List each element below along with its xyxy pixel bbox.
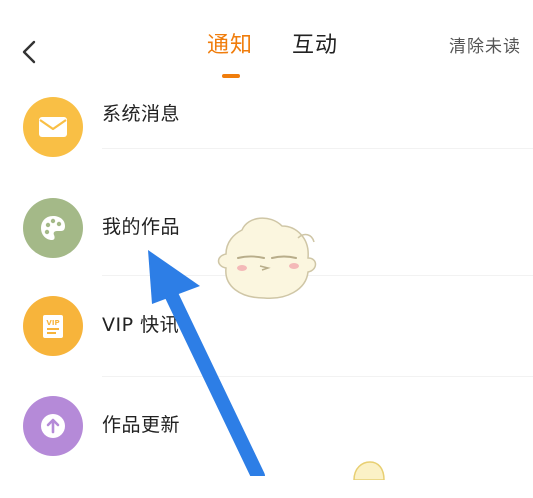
tab-notifications[interactable]: 通知	[207, 30, 253, 62]
vip-card-icon: VIP	[23, 296, 83, 356]
top-bar: 通知 互动 清除未读	[0, 0, 533, 88]
active-tab-indicator	[222, 74, 240, 78]
clear-unread-button[interactable]: 清除未读	[449, 34, 521, 60]
list-item-label: 系统消息	[102, 103, 181, 125]
back-arrow-icon[interactable]	[14, 36, 44, 68]
list-item-label: 我的作品	[102, 216, 181, 238]
mascot-sticker-small	[353, 461, 385, 480]
list-item-label: VIP 快讯	[102, 314, 180, 336]
mascot-sticker	[217, 217, 317, 299]
list-item-works-update[interactable]: 作品更新	[0, 394, 533, 498]
list-item-label: 作品更新	[102, 414, 181, 436]
envelope-icon	[23, 97, 83, 157]
tab-interactions[interactable]: 互动	[292, 30, 338, 62]
list-item-vip-news[interactable]: VIP VIP 快讯	[0, 294, 533, 398]
row-divider	[102, 148, 533, 149]
row-divider	[102, 376, 533, 377]
upload-arrow-icon	[23, 396, 83, 456]
list-item-system-messages[interactable]: 系统消息	[0, 94, 533, 198]
svg-text:VIP: VIP	[46, 319, 59, 327]
palette-icon	[23, 198, 83, 258]
